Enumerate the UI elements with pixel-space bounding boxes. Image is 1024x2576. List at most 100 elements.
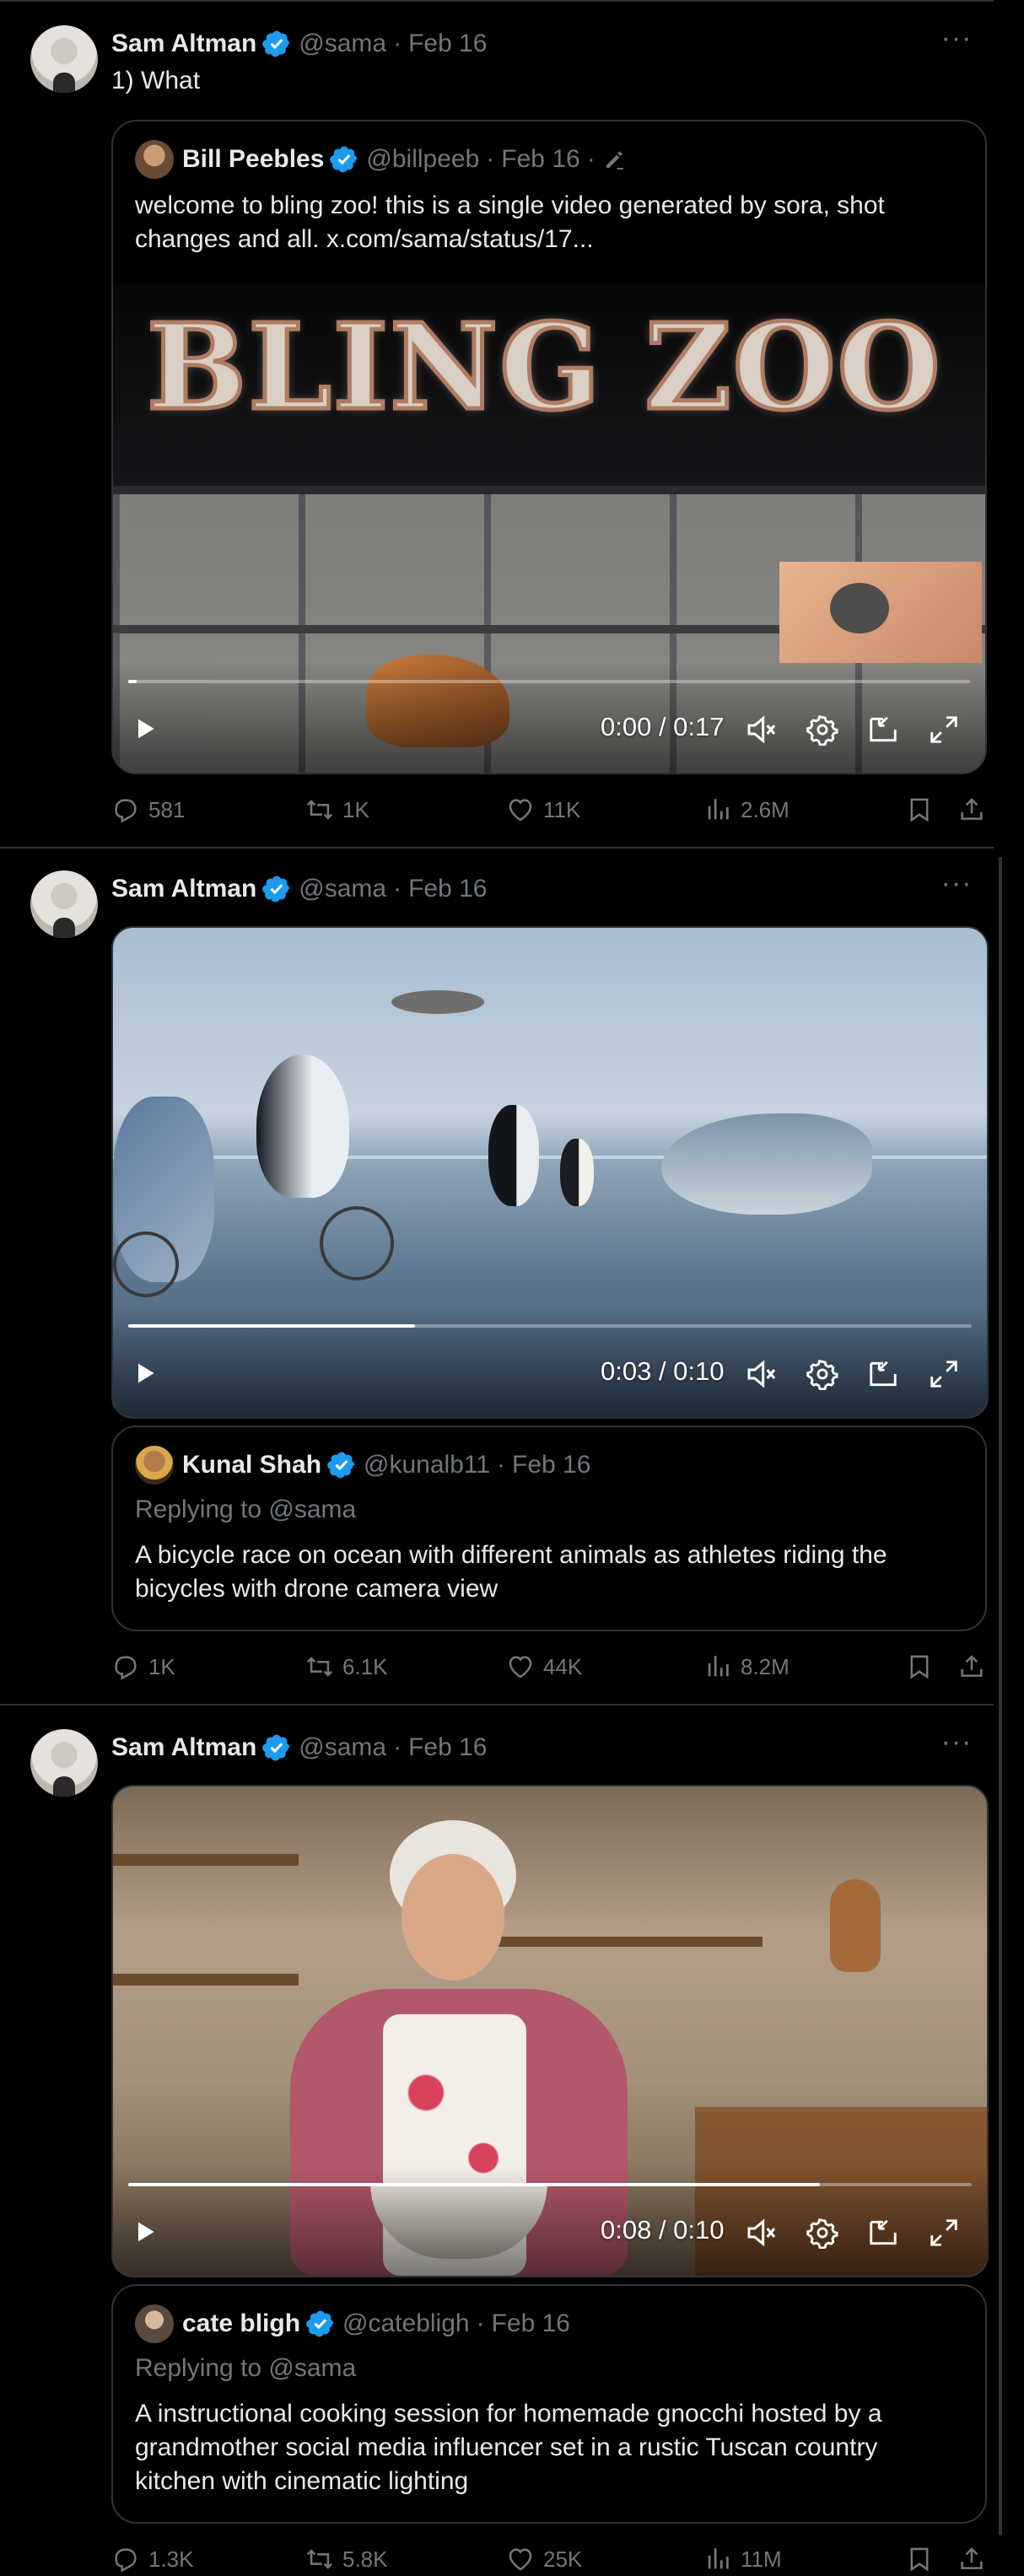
tweet-date[interactable]: Feb 16 (408, 875, 487, 903)
quote-text-line-3: kitchen with cinematic lighting (135, 2467, 469, 2495)
video-player[interactable]: BLING ZOO 0:00 / 0:17 (113, 283, 985, 773)
quote-author-handle: @catebligh (342, 2309, 470, 2337)
video-progress-bar[interactable] (128, 680, 970, 683)
bookmark-button[interactable] (903, 2542, 936, 2576)
video-time: 0:00 / 0:17 (601, 712, 725, 741)
reply-icon (111, 795, 140, 824)
scrollbar[interactable] (994, 0, 1024, 2571)
orca-rider (488, 1105, 539, 1206)
reply-button[interactable]: 581 (111, 793, 185, 827)
tweet-3[interactable]: Sam Altman @sama · Feb 16 ··· 0:08 / 0:1… (0, 1706, 995, 2572)
author-handle[interactable]: @sama (299, 30, 386, 58)
like-count: 44K (543, 1653, 583, 1679)
dolphin-rider-1 (256, 1054, 349, 1198)
author-name[interactable]: Sam Altman (111, 875, 256, 903)
picture-in-picture-icon[interactable] (865, 1356, 901, 1392)
fullscreen-icon[interactable] (926, 2215, 962, 2250)
fullscreen-icon[interactable] (926, 712, 962, 747)
muted-speaker-icon[interactable] (744, 1356, 779, 1392)
bicycle-wheel (320, 1206, 394, 1280)
quoted-tweet[interactable]: Kunal Shah @kunalb11 · Feb 16 Replying t… (111, 1425, 987, 1631)
author-name[interactable]: Sam Altman (111, 1733, 256, 1762)
reply-button[interactable]: 1K (111, 1650, 175, 1684)
tweet-actions: 1K 6.1K 44K 8.2M (111, 1650, 989, 1684)
tweet-date[interactable]: Feb 16 (408, 30, 487, 58)
dolphin-right (661, 1113, 872, 1215)
gear-icon[interactable] (805, 2215, 840, 2250)
author-handle[interactable]: @sama (299, 1733, 386, 1762)
play-icon[interactable] (130, 714, 160, 744)
muted-speaker-icon[interactable] (744, 2215, 779, 2250)
video-progress-bar[interactable] (128, 2183, 972, 2186)
quote-date: Feb 16 (501, 145, 580, 173)
reply-icon (111, 2545, 140, 2573)
repost-button[interactable]: 5.8K (305, 2542, 388, 2576)
verified-badge-icon (305, 2309, 336, 2339)
author-handle[interactable]: @sama (299, 875, 386, 903)
pencil-icon (602, 147, 628, 172)
like-button[interactable]: 11K (506, 793, 580, 827)
share-button[interactable] (955, 1650, 989, 1684)
play-icon[interactable] (130, 1358, 160, 1388)
reply-count: 1.3K (148, 2546, 194, 2572)
like-button[interactable]: 25K (506, 2542, 582, 2576)
repost-button[interactable]: 6.1K (305, 1650, 388, 1684)
gear-icon[interactable] (805, 1356, 840, 1392)
quoted-tweet[interactable]: cate bligh @catebligh · Feb 16 Replying … (111, 2284, 987, 2524)
verified-badge-icon (261, 874, 292, 904)
tweet-1[interactable]: Sam Altman @sama · Feb 16 ··· 1) What Bi… (0, 0, 995, 849)
shark-in-sky (391, 990, 484, 1014)
muted-speaker-icon[interactable] (744, 712, 779, 747)
verified-badge-icon (261, 1733, 292, 1763)
tweet-header: Sam Altman @sama · Feb 16 (111, 1731, 488, 1765)
bookmark-button[interactable] (903, 1650, 936, 1684)
video-time: 0:03 / 0:10 (601, 1356, 725, 1386)
author-avatar[interactable] (30, 1729, 98, 1797)
quote-author-avatar (135, 2304, 174, 2343)
reply-button[interactable]: 1.3K (111, 2542, 194, 2576)
fullscreen-icon[interactable] (926, 1356, 962, 1392)
share-icon (957, 1652, 986, 1681)
quote-author-handle: @kunalb11 (364, 1451, 491, 1479)
like-button[interactable]: 44K (506, 1650, 582, 1684)
play-icon[interactable] (130, 2217, 160, 2247)
gear-icon[interactable] (805, 712, 840, 747)
replying-to: Replying to @sama (135, 1495, 357, 1523)
share-icon (957, 2545, 986, 2573)
picture-in-picture-icon[interactable] (865, 2215, 901, 2250)
share-button[interactable] (955, 793, 989, 827)
bookmark-button[interactable] (903, 793, 936, 827)
video-player[interactable]: 0:08 / 0:10 (111, 1785, 989, 2277)
repost-icon (305, 795, 334, 824)
quote-author-avatar (135, 140, 174, 179)
views-button[interactable]: 2.6M (703, 793, 790, 827)
tweet-date[interactable]: Feb 16 (408, 1733, 487, 1762)
more-horizontal-icon[interactable]: ··· (938, 1727, 975, 1760)
share-button[interactable] (955, 2542, 989, 2576)
author-avatar[interactable] (30, 870, 98, 938)
scrollbar-thumb[interactable] (999, 857, 1002, 2536)
tweet-2[interactable]: Sam Altman @sama · Feb 16 ··· 0:03 / 0:1… (0, 847, 995, 1706)
picture-in-picture-icon[interactable] (865, 712, 901, 747)
reply-icon (111, 1652, 140, 1681)
quoted-tweet[interactable]: Bill Peebles @billpeeb · Feb 16 · welcom… (111, 120, 987, 774)
quote-date: Feb 16 (491, 2309, 570, 2337)
share-icon (957, 795, 986, 824)
views-count: 2.6M (741, 796, 790, 822)
separator-dot: · (393, 30, 402, 57)
views-button[interactable]: 8.2M (703, 1650, 790, 1684)
repost-button[interactable]: 1K (305, 793, 369, 827)
more-horizontal-icon[interactable]: ··· (938, 869, 975, 901)
author-name[interactable]: Sam Altman (111, 30, 256, 58)
heart-icon (506, 2545, 535, 2573)
views-button[interactable]: 11M (703, 2542, 782, 2576)
quote-author-handle: @billpeeb (366, 145, 480, 173)
quote-header: Bill Peebles @billpeeb · Feb 16 · (135, 140, 628, 179)
video-progress-fill (128, 680, 137, 683)
tweet-header: Sam Altman @sama · Feb 16 (111, 872, 488, 906)
separator-dot: · (497, 1451, 506, 1479)
video-progress-bar[interactable] (128, 1324, 972, 1328)
more-horizontal-icon[interactable]: ··· (938, 24, 975, 56)
author-avatar[interactable] (30, 25, 98, 93)
video-player[interactable]: 0:03 / 0:10 (111, 926, 989, 1419)
